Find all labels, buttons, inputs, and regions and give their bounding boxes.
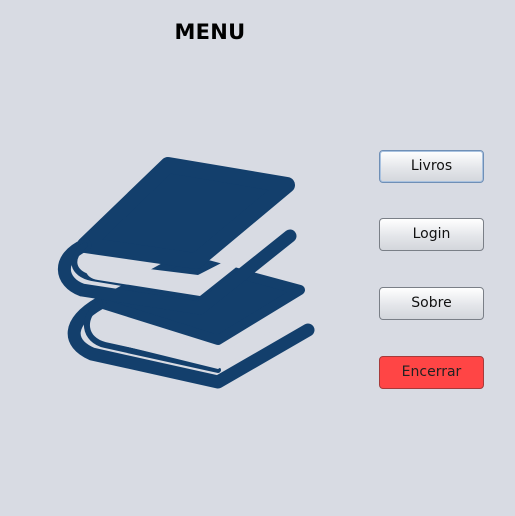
encerrar-button[interactable]: Encerrar — [379, 356, 484, 389]
books-icon — [58, 157, 315, 389]
livros-button[interactable]: Livros — [379, 150, 484, 183]
sobre-button[interactable]: Sobre — [379, 287, 484, 320]
page-title: MENU — [174, 20, 246, 44]
login-button[interactable]: Login — [379, 218, 484, 251]
menu-window: MENU Livros Login Sobre Encerrar — [0, 0, 515, 516]
